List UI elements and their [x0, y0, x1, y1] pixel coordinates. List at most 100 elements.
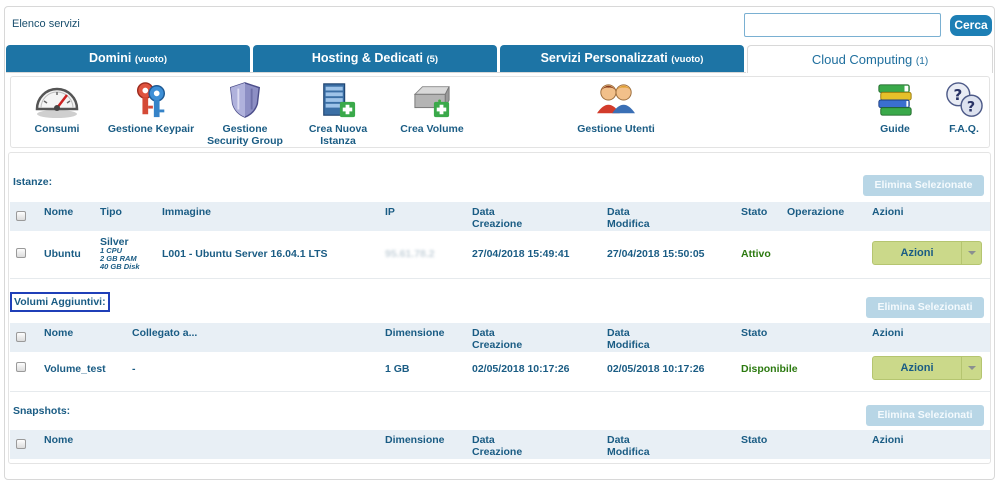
- volume-azioni-dropdown[interactable]: Azioni: [872, 356, 982, 380]
- col-dimensione: Dimensione: [385, 327, 445, 339]
- books-icon: [878, 84, 912, 116]
- col-creazione-line: Creazione: [472, 339, 523, 351]
- volumi-table-header: Nome Collegato a... Dimensione Data Creaz…: [10, 323, 990, 352]
- istanza-tipo-spec: 1 CPU 2 GB RAM 40 GB Disk: [100, 247, 140, 271]
- tab-label: Hosting & Dedicati: [311, 51, 423, 65]
- spec-disk: 40 GB Disk: [100, 262, 140, 271]
- col-stato: Stato: [741, 327, 768, 339]
- col-data-modifica: Data Modifica: [607, 206, 650, 230]
- istanze-delete-button[interactable]: Elimina Selezionate: [863, 175, 984, 196]
- tab-divider: [6, 72, 746, 73]
- istanze-table-header: Nome Tipo Immagine IP Data Creazione Data…: [10, 202, 990, 231]
- col-data-creazione: Data Creazione: [472, 327, 522, 351]
- divider: [10, 391, 990, 392]
- crea-istanza-label-2: Istanza: [320, 135, 356, 147]
- volume-data-creazione: 02/05/2018 10:17:26: [472, 363, 570, 375]
- col-creazione-line: Creazione: [472, 218, 523, 230]
- guide-button[interactable]: Guide: [873, 81, 917, 135]
- tab-label: Cloud Computing: [811, 52, 913, 67]
- col-data-line: Data: [472, 434, 495, 446]
- volumi-select-all-checkbox[interactable]: [16, 332, 26, 342]
- gestione-utenti-button[interactable]: Gestione Utenti: [571, 81, 661, 135]
- col-azioni: Azioni: [872, 206, 904, 218]
- istanza-data-creazione: 27/04/2018 15:49:41: [472, 248, 570, 260]
- crea-istanza-label-1: Crea Nuova: [308, 123, 368, 135]
- volume-nome[interactable]: Volume_test: [44, 363, 106, 375]
- volume-data-modifica: 02/05/2018 10:17:26: [607, 363, 705, 375]
- tab-label: Servizi Personalizzati: [540, 51, 668, 65]
- col-data-line: Data: [472, 327, 495, 339]
- col-creazione-line: Creazione: [472, 446, 523, 458]
- col-data-creazione: Data Creazione: [472, 206, 522, 230]
- faq-label: F.A.Q.: [949, 123, 979, 135]
- col-data-line: Data: [607, 434, 630, 446]
- svg-text:?: ?: [954, 86, 963, 104]
- tab-hosting[interactable]: Hosting & Dedicati (5): [253, 45, 497, 72]
- keypair-button[interactable]: Gestione Keypair: [106, 81, 196, 135]
- istanza-azioni-dropdown[interactable]: Azioni: [872, 241, 982, 265]
- col-data-modifica: Data Modifica: [607, 327, 650, 351]
- col-collegato: Collegato a...: [132, 327, 198, 339]
- col-azioni: Azioni: [872, 434, 904, 446]
- col-data-line: Data: [607, 206, 630, 218]
- crea-volume-button[interactable]: Crea Volume: [396, 81, 468, 135]
- volumi-delete-button[interactable]: Elimina Selezionati: [866, 297, 984, 318]
- col-modifica-line: Modifica: [607, 339, 650, 351]
- col-data-modifica: Data Modifica: [607, 434, 650, 458]
- volume-collegato: -: [132, 363, 136, 375]
- faq-button[interactable]: ? ? F.A.Q.: [941, 81, 987, 135]
- disk-add-icon: [413, 86, 450, 118]
- snapshots-select-all-checkbox[interactable]: [16, 439, 26, 449]
- col-immagine: Immagine: [162, 206, 212, 218]
- tab-servizi-personalizzati[interactable]: Servizi Personalizzati (vuoto): [500, 45, 744, 72]
- col-stato: Stato: [741, 434, 768, 446]
- server-add-icon: [323, 83, 356, 118]
- keypair-label: Gestione Keypair: [107, 123, 195, 135]
- istanza-data-modifica: 27/04/2018 15:50:05: [607, 248, 705, 260]
- search-button[interactable]: Cerca: [950, 15, 992, 36]
- page-title: Elenco servizi: [12, 18, 80, 30]
- chevron-down-icon[interactable]: [961, 357, 981, 379]
- volumi-label: Volumi Aggiuntivi:: [10, 292, 110, 312]
- gauge-icon: [35, 87, 79, 118]
- divider: [10, 278, 990, 279]
- snapshots-table-header: Nome Dimensione Data Creazione Data Modifi…: [10, 430, 990, 459]
- tab-cloud-computing[interactable]: Cloud Computing (1): [747, 45, 993, 73]
- tab-count: (5): [426, 54, 439, 65]
- istanze-select-all-checkbox[interactable]: [16, 211, 26, 221]
- col-tipo: Tipo: [100, 206, 122, 218]
- tab-count: (vuoto): [134, 54, 168, 65]
- col-data-line: Data: [472, 206, 495, 218]
- faq-icon: ? ?: [946, 82, 983, 117]
- col-dimensione: Dimensione: [385, 434, 445, 446]
- cloud-toolbar: Consumi Gestione Keypair Gestione Securi…: [10, 76, 990, 148]
- azioni-label: Azioni: [900, 362, 934, 374]
- crea-volume-label: Crea Volume: [400, 123, 464, 135]
- gestione-utenti-label: Gestione Utenti: [577, 123, 655, 135]
- istanza-nome[interactable]: Ubuntu: [44, 248, 81, 260]
- consumi-label: Consumi: [34, 123, 80, 135]
- consumi-button[interactable]: Consumi: [31, 81, 83, 135]
- svg-text:?: ?: [967, 99, 975, 115]
- chevron-down-icon[interactable]: [961, 242, 981, 264]
- search-input[interactable]: [744, 13, 941, 37]
- col-nome: Nome: [44, 327, 74, 339]
- snapshots-delete-button[interactable]: Elimina Selezionati: [866, 405, 984, 426]
- tab-count: (vuoto): [671, 54, 704, 65]
- tab-domini[interactable]: Domini (vuoto): [6, 45, 250, 72]
- istanze-label: Istanze:: [13, 176, 53, 188]
- guide-label: Guide: [880, 123, 910, 135]
- volume-dimensione: 1 GB: [385, 363, 410, 375]
- col-nome: Nome: [44, 206, 74, 218]
- row-checkbox[interactable]: [16, 362, 26, 372]
- col-modifica-line: Modifica: [607, 446, 650, 458]
- crea-istanza-button[interactable]: Crea Nuova Istanza: [306, 81, 370, 147]
- col-operazione: Operazione: [787, 206, 845, 218]
- tab-label: Domini: [88, 51, 132, 65]
- col-data-creazione: Data Creazione: [472, 434, 522, 458]
- col-azioni: Azioni: [872, 327, 904, 339]
- security-group-label-2: Security Group: [207, 135, 283, 147]
- security-group-button[interactable]: Gestione Security Group: [206, 81, 284, 147]
- col-ip: IP: [385, 206, 395, 218]
- row-checkbox[interactable]: [16, 248, 26, 258]
